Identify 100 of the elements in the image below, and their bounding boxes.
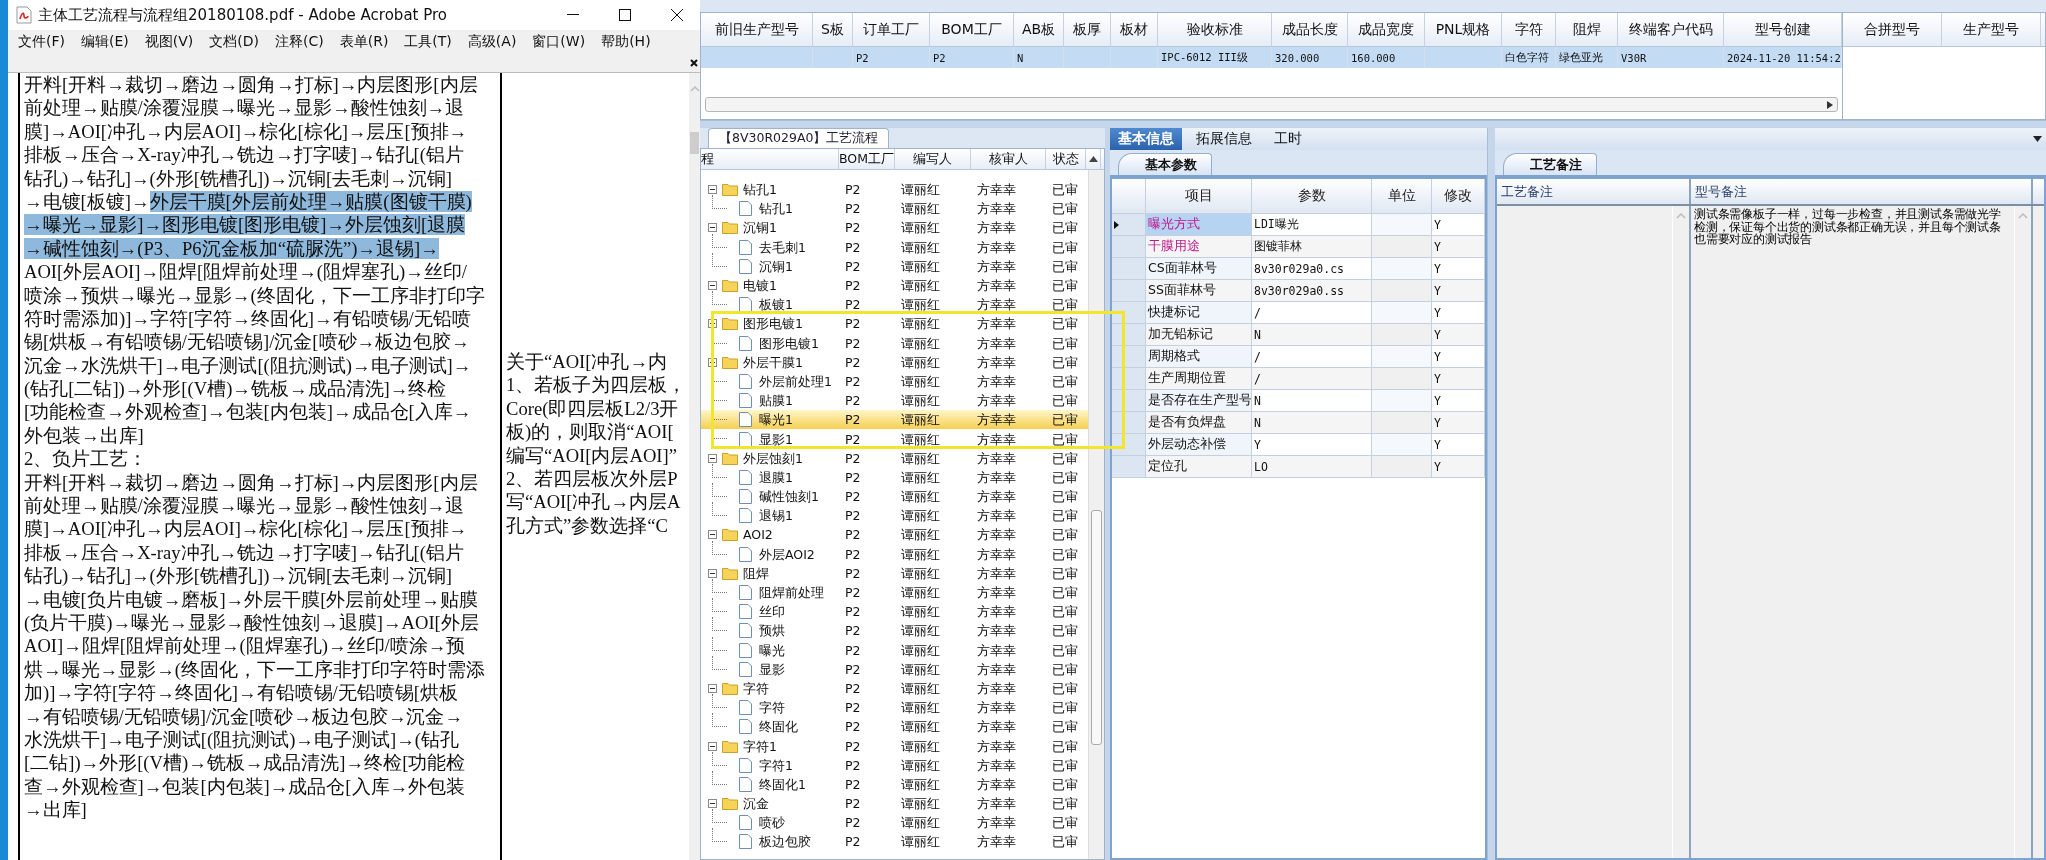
table-cell[interactable]: 定位孔 bbox=[1146, 456, 1252, 478]
menu-item[interactable]: 视图(V) bbox=[136, 33, 202, 51]
tree-item-label[interactable]: 退膜1 bbox=[759, 470, 793, 484]
tree-item-label[interactable]: 预烘 bbox=[759, 624, 785, 638]
column-header[interactable]: 板厚 bbox=[1064, 13, 1111, 46]
tree-item-label[interactable]: 字符1 bbox=[759, 758, 793, 772]
row-header[interactable] bbox=[1112, 214, 1146, 236]
tree-item-label[interactable]: 字符1 bbox=[743, 739, 777, 753]
tree-item-label[interactable]: 外层前处理1 bbox=[759, 374, 832, 388]
column-header[interactable]: 工艺备注 bbox=[1497, 179, 1691, 204]
column-header[interactable]: 验收标准 bbox=[1158, 13, 1272, 46]
menu-item[interactable]: 编辑(E) bbox=[73, 33, 137, 51]
tree-item-label[interactable]: 碱性蚀刻1 bbox=[759, 490, 819, 504]
tree-item-label[interactable]: 沉铜1 bbox=[743, 221, 777, 235]
tree-item-label[interactable]: 阻焊前处理 bbox=[759, 586, 824, 600]
splitter[interactable] bbox=[700, 120, 2046, 128]
menu-item[interactable]: 注释(C) bbox=[267, 33, 332, 51]
tree-item-label[interactable]: 显影 bbox=[759, 662, 785, 676]
tree-item-label[interactable]: 外层AOI2 bbox=[759, 547, 815, 561]
column-header[interactable]: 核审人 bbox=[971, 149, 1046, 169]
tree-item-label[interactable]: 贴膜1 bbox=[759, 394, 793, 408]
close-icon[interactable] bbox=[690, 59, 698, 67]
column-header[interactable]: 生产型号 bbox=[1942, 13, 2041, 46]
column-header[interactable]: PNL规格 bbox=[1425, 13, 1502, 46]
splitter[interactable] bbox=[1487, 128, 1495, 860]
tree-item-label[interactable]: 曝光1 bbox=[759, 413, 793, 427]
tree-item-label[interactable]: 终固化1 bbox=[759, 777, 806, 791]
collapse-icon[interactable] bbox=[708, 281, 717, 291]
column-header[interactable]: 状态 bbox=[1046, 149, 1086, 169]
tab[interactable]: 拓展信息 bbox=[1188, 128, 1260, 150]
table-cell[interactable]: SS面菲林号 bbox=[1146, 280, 1252, 302]
tree-item-label[interactable]: 字符 bbox=[759, 701, 785, 715]
table-cell[interactable]: 外层动态补偿 bbox=[1146, 434, 1252, 456]
tree-item-label[interactable]: 显影1 bbox=[759, 432, 793, 446]
column-header[interactable]: AB板 bbox=[1014, 13, 1064, 46]
tree-item-label[interactable]: 沉铜1 bbox=[759, 259, 793, 273]
tree-item-label[interactable]: 阻焊 bbox=[743, 566, 769, 580]
tree-item-label[interactable]: 图形电镀1 bbox=[743, 317, 803, 331]
dropdown-icon[interactable] bbox=[2033, 136, 2042, 142]
column-header[interactable]: 程 bbox=[701, 149, 839, 169]
scrollbar-thumb[interactable] bbox=[690, 132, 699, 154]
column-header[interactable]: 板材 bbox=[1111, 13, 1158, 46]
column-header[interactable]: 终端客户代码 bbox=[1618, 13, 1724, 46]
column-header[interactable]: 订单工厂 bbox=[853, 13, 930, 46]
column-header[interactable]: 型号备注 bbox=[1691, 179, 2033, 204]
menu-item[interactable]: 工具(T) bbox=[396, 33, 460, 51]
menu-item[interactable]: 表单(R) bbox=[331, 33, 397, 51]
column-header[interactable]: 项目 bbox=[1146, 179, 1252, 214]
tree-item-label[interactable]: AOI2 bbox=[743, 528, 773, 542]
collapse-icon[interactable] bbox=[708, 741, 717, 751]
table-cell[interactable]: CS面菲林号 bbox=[1146, 258, 1252, 280]
tree-item-label[interactable]: 电镀1 bbox=[743, 279, 777, 293]
collapse-icon[interactable] bbox=[708, 799, 717, 809]
column-header[interactable]: 型号创建 bbox=[1724, 13, 1842, 46]
table-row[interactable]: P2 P2 N IPC-6012 III级 320.000 160.000 白色字符 绿色亚光 V30R 2024-11-20 11:54:2 bbox=[701, 47, 1842, 68]
tree-item-label[interactable]: 板镀1 bbox=[759, 298, 793, 312]
panel-tab[interactable]: 【8V30R029A0】工艺流程 bbox=[708, 128, 890, 148]
tab[interactable]: 工时 bbox=[1266, 128, 1310, 150]
collapse-icon[interactable] bbox=[708, 683, 717, 693]
collapse-icon[interactable] bbox=[708, 223, 717, 233]
column-header[interactable]: 字符 bbox=[1502, 13, 1556, 46]
vertical-scrollbar[interactable] bbox=[1088, 170, 1104, 859]
tree-item-label[interactable]: 沉金 bbox=[743, 797, 769, 811]
tree-item-label[interactable]: 曝光 bbox=[759, 643, 785, 657]
tree-item-label[interactable]: 喷砂 bbox=[759, 816, 785, 830]
selected-row[interactable]: 曝光1 P2 谭丽红 方幸幸 已审 bbox=[701, 410, 1088, 430]
table-cell[interactable]: 曝光方式 bbox=[1146, 214, 1252, 236]
menu-item[interactable]: 高级(A) bbox=[459, 33, 525, 51]
column-header[interactable]: 单位 bbox=[1372, 179, 1432, 214]
tree-item-label[interactable]: 字符 bbox=[743, 681, 769, 695]
column-header[interactable]: 阻焊 bbox=[1556, 13, 1618, 46]
column-header[interactable]: 成品长度 bbox=[1272, 13, 1348, 46]
table-cell[interactable]: 是否有负焊盘 bbox=[1146, 412, 1252, 434]
column-header[interactable]: 前旧生产型号 bbox=[701, 13, 813, 46]
tree-item-label[interactable]: 去毛刺1 bbox=[759, 240, 806, 254]
scrollbar-thumb[interactable] bbox=[1091, 510, 1102, 745]
column-header[interactable]: BOM工厂 bbox=[839, 149, 895, 169]
vertical-scrollbar[interactable] bbox=[689, 73, 700, 860]
tree-item-label[interactable]: 退锡1 bbox=[759, 509, 793, 523]
menu-item[interactable]: 文件(F) bbox=[10, 33, 73, 51]
tree-item-label[interactable]: 外层干膜1 bbox=[743, 355, 803, 369]
collapse-icon[interactable] bbox=[708, 530, 717, 540]
column-header[interactable]: 合拼型号 bbox=[1843, 13, 1942, 46]
collapse-icon[interactable] bbox=[708, 185, 717, 195]
tree-item-label[interactable]: 外层蚀刻1 bbox=[743, 451, 803, 465]
menu-item[interactable]: 文档(D) bbox=[201, 33, 267, 51]
tree-item-label[interactable]: 钻孔1 bbox=[759, 202, 793, 216]
column-header[interactable]: 修改 bbox=[1432, 179, 1485, 214]
collapse-icon[interactable] bbox=[708, 568, 717, 578]
horizontal-scrollbar[interactable] bbox=[705, 97, 1838, 112]
collapse-icon[interactable] bbox=[708, 453, 717, 463]
tree-item-label[interactable]: 丝印 bbox=[759, 605, 785, 619]
table-cell[interactable]: 干膜用途 bbox=[1146, 236, 1252, 258]
menu-item[interactable]: 窗口(W) bbox=[524, 33, 594, 51]
column-header[interactable]: 参数 bbox=[1252, 179, 1372, 214]
tree-item-label[interactable]: 板边包胶 bbox=[759, 835, 811, 849]
column-header[interactable]: BOM工厂 bbox=[930, 13, 1014, 46]
panel-tab[interactable]: 基本参数 bbox=[1118, 153, 1212, 175]
tab[interactable]: 基本信息 bbox=[1110, 128, 1182, 150]
menu-item[interactable]: 帮助(H) bbox=[593, 33, 659, 51]
